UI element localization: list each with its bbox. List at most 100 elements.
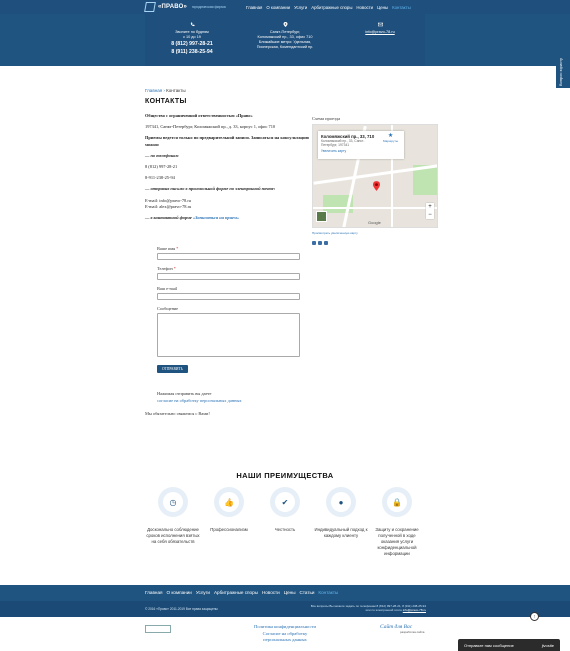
- map-zoom-controls: + −: [426, 203, 434, 219]
- map-pin-icon[interactable]: [373, 181, 380, 191]
- submit-button[interactable]: ОТПРАВИТЬ: [157, 365, 188, 373]
- callback-tab-label: Вопрос юристу: [558, 58, 563, 86]
- nav-item-prices[interactable]: Цены: [377, 5, 388, 10]
- policy-links: Политика конфиденциальности Согласие на …: [230, 624, 340, 644]
- footer-info-email-label: или по электронной почте: [365, 608, 402, 613]
- header-phones: Звоните по будням с 10 до 19 8 (812) 997…: [157, 20, 227, 56]
- callback-tab[interactable]: Вопрос юристу: [556, 46, 570, 88]
- share-button[interactable]: [312, 241, 316, 245]
- arrow-up-icon: ↑: [533, 614, 536, 620]
- email-input[interactable]: [157, 293, 300, 300]
- chat-brand: jivosite: [541, 642, 554, 648]
- footer-nav-about[interactable]: О компании: [166, 590, 191, 595]
- developer-sub: разработка сайта: [400, 630, 425, 634]
- consent-link[interactable]: согласие на обработку персональных данны…: [157, 398, 242, 405]
- chat-label: Отправьте нам сообщение: [464, 642, 514, 648]
- map-place-card: Коломяжский пр., 33, 710 Коломяжский пр.…: [318, 131, 404, 159]
- chat-widget[interactable]: Отправьте нам сообщение jivosite: [458, 639, 560, 651]
- contact-email-2[interactable]: E-mail: alex@pravo-78.ru: [145, 204, 310, 210]
- main-nav: Главная О компании Услуги Арбитражные сп…: [246, 5, 411, 10]
- by-phone-label: — по телефонам: [145, 152, 179, 158]
- nav-item-home[interactable]: Главная: [246, 5, 262, 10]
- header-email: info@pravo-78.ru: [350, 20, 410, 34]
- footer-nav-arbitration[interactable]: Арбитражные споры: [214, 590, 258, 595]
- breadcrumb: Главная › Контакты: [145, 88, 186, 93]
- logo-icon: [144, 2, 156, 12]
- google-logo: Google: [368, 220, 381, 225]
- embedded-map[interactable]: Коломяжский пр., 33, 710 Коломяжский пр.…: [312, 124, 438, 228]
- header-email-link[interactable]: info@pravo-78.ru: [350, 30, 410, 34]
- top-navbar: «ПРАВО» юридическая фирма Главная О комп…: [0, 0, 570, 14]
- name-input[interactable]: [157, 253, 300, 260]
- developer-logo[interactable]: Сайт для Вас разработка сайта: [380, 624, 424, 634]
- nav-item-news[interactable]: Новости: [356, 5, 373, 10]
- lock-icon: 🔒: [387, 492, 407, 512]
- nav-item-services[interactable]: Услуги: [294, 5, 307, 10]
- appointment-note: Приемы ведется только по предварительной…: [145, 135, 309, 147]
- footer-nav-contacts[interactable]: Контакты: [318, 590, 338, 595]
- advantage-item: ✔ Честность: [257, 487, 313, 533]
- share-button[interactable]: [318, 241, 322, 245]
- advantage-item: ● Индивидуальный подход к каждому клиент…: [313, 487, 369, 539]
- scroll-top-button[interactable]: ↑: [530, 612, 539, 621]
- company-address: 197341, Санкт-Петербург, Коломяжский пр.…: [145, 124, 276, 130]
- breadcrumb-home[interactable]: Главная: [145, 88, 162, 93]
- appointment-form-link[interactable]: «Записаться на прием»: [193, 215, 239, 220]
- footer-nav-prices[interactable]: Цены: [284, 590, 296, 595]
- footer-nav-news[interactable]: Новости: [262, 590, 280, 595]
- phone-label: Телефон *: [157, 266, 176, 271]
- advantage-label: Профессионализм: [210, 527, 248, 532]
- footer-info-bar: [0, 601, 570, 617]
- map-section: Схема проезда Коломяжский пр., 33, 710 К…: [312, 116, 438, 245]
- zoom-in-button[interactable]: +: [426, 203, 434, 211]
- advantage-label: Досконально соблюдение сроков исполнения…: [146, 527, 200, 544]
- nav-item-arbitration[interactable]: Арбитражные споры: [311, 5, 352, 10]
- nav-item-contacts[interactable]: Контакты: [392, 5, 411, 10]
- header-phone-1[interactable]: 8 (812) 997-28-21: [157, 40, 227, 48]
- by-form-label: — в контактной форме: [145, 215, 192, 221]
- phone-input[interactable]: [157, 273, 300, 280]
- map-route-label: Маршруты: [383, 139, 398, 143]
- contact-phone-1[interactable]: 8 (812) 997-28-21: [145, 164, 310, 170]
- map-title: Схема проезда: [312, 116, 341, 121]
- share-button[interactable]: [324, 241, 328, 245]
- message-textarea[interactable]: [157, 313, 300, 357]
- mail-icon: [377, 22, 383, 27]
- map-enlarge-link[interactable]: Увеличить карту: [321, 149, 401, 153]
- page-title: КОНТАКТЫ: [145, 98, 187, 105]
- thumbs-up-icon: 👍: [219, 492, 239, 512]
- company-name: Общество с ограниченной ответственностью…: [145, 113, 253, 118]
- email-label: Ваш e-mail: [157, 286, 178, 291]
- advantage-label: Честность: [274, 527, 296, 532]
- footer-nav: Главная О компании Услуги Арбитражные сп…: [145, 590, 338, 595]
- contact-phone-2[interactable]: 8-911-238-25-94: [145, 175, 310, 181]
- breadcrumb-current: Контакты: [166, 88, 186, 93]
- personal-data-link[interactable]: персональных данных: [230, 637, 340, 644]
- advantage-label: Индивидуальный подход к каждому клиенту: [314, 527, 368, 538]
- name-label: Ваше имя *: [157, 246, 179, 251]
- advantage-item: 🔒 Защиту и сохранение полученной в ходе …: [369, 487, 425, 557]
- footer-nav-articles[interactable]: Статьи: [300, 590, 315, 595]
- map-route-button[interactable]: ★ Маршруты: [383, 133, 398, 144]
- footer-nav-services[interactable]: Услуги: [196, 590, 210, 595]
- footer-nav-home[interactable]: Главная: [145, 590, 162, 595]
- zoom-out-button[interactable]: −: [426, 211, 434, 219]
- check-icon: ✔: [275, 492, 295, 512]
- header-phone-2[interactable]: 8 (911) 238-25-94: [157, 48, 227, 56]
- header-contacts: Звоните по будням с 10 до 19 8 (812) 997…: [145, 14, 425, 66]
- logo[interactable]: «ПРАВО» юридическая фирма: [144, 2, 226, 12]
- footer-contact-info: Все вопросы Вы можете задать по телефона…: [300, 604, 426, 612]
- satellite-toggle[interactable]: [316, 211, 327, 222]
- clock-icon: ◷: [163, 492, 183, 512]
- visit-counter[interactable]: [145, 625, 171, 633]
- answer-note: Мы обязательно свяжемся с Вами!: [145, 411, 210, 416]
- map-road: [313, 207, 437, 209]
- phone-icon: [190, 22, 194, 27]
- location-pin-icon: [283, 22, 287, 27]
- contact-form: Ваше имя * Телефон * Ваш e-mail Сообщени…: [157, 246, 302, 373]
- consent-text: Нажимая отправить вы даете согласие на о…: [157, 391, 242, 404]
- view-larger-map-link[interactable]: Просмотреть увеличенную карту: [312, 231, 438, 235]
- footer-email-link[interactable]: info@pravo-78.ru: [403, 608, 426, 612]
- brand-subtitle: юридическая фирма: [192, 5, 226, 9]
- nav-item-about[interactable]: О компании: [266, 5, 290, 10]
